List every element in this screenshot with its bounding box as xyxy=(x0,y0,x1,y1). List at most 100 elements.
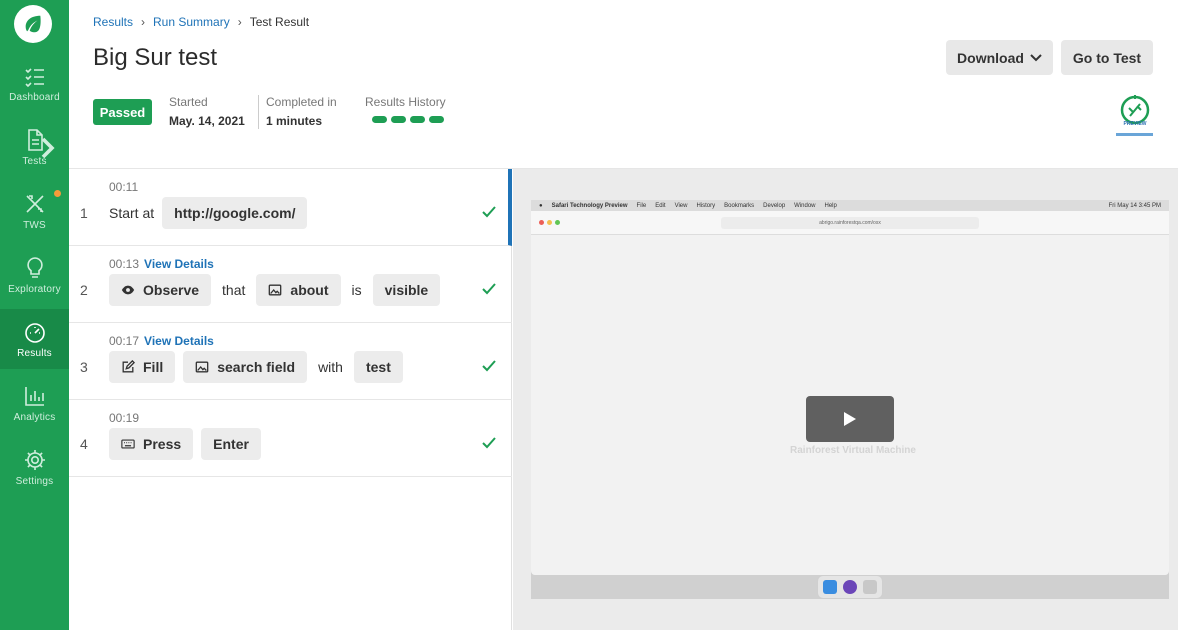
finder-icon xyxy=(823,580,837,594)
page-title: Big Sur test xyxy=(93,44,218,71)
preview-logo: PREVIEW xyxy=(1116,92,1153,136)
completed-meta: Completed in 1 minutes xyxy=(266,95,337,128)
chevron-right-icon: › xyxy=(141,15,146,29)
target-chip: search field xyxy=(183,351,308,383)
completed-value: 1 minutes xyxy=(266,114,323,128)
trash-icon xyxy=(863,580,877,594)
menubar-item: Develop xyxy=(763,202,786,209)
safari-preview-icon xyxy=(843,580,857,594)
preview-badge-icon: PREVIEW xyxy=(1120,95,1149,127)
completed-label: Completed in xyxy=(266,95,337,109)
step-number: 3 xyxy=(80,359,88,375)
breadcrumb-run-summary-link[interactable]: Run Summary xyxy=(153,15,230,29)
safari-window: abrigo.rainforestqa.com/osx xyxy=(531,211,1169,575)
menubar-item: Help xyxy=(824,202,837,209)
step-row[interactable]: 3 00:17 View Details Fill search field w… xyxy=(69,323,512,400)
preview-text: PREVIEW xyxy=(1123,121,1146,127)
notification-dot xyxy=(54,190,61,197)
sidebar-item-results[interactable]: Results xyxy=(0,309,69,369)
sidebar: Dashboard Tests TWS Exploratory Results … xyxy=(0,0,69,630)
action-label: Observe xyxy=(143,282,200,298)
check-icon xyxy=(482,437,496,449)
rainforest-logo[interactable] xyxy=(14,5,52,43)
value-chip: test xyxy=(353,351,403,383)
gauge-icon xyxy=(24,323,45,343)
url-chip: http://google.com/ xyxy=(162,197,308,229)
step-content: Press Enter xyxy=(109,428,261,460)
step-row[interactable]: 4 00:19 Press Enter xyxy=(69,400,512,477)
vm-label: Rainforest Virtual Machine xyxy=(790,445,916,456)
tools-icon xyxy=(25,195,44,213)
window-controls xyxy=(539,220,560,225)
status-badge: Passed xyxy=(93,99,152,125)
menubar-item: History xyxy=(696,202,716,209)
play-button[interactable] xyxy=(806,396,894,442)
step-content: Observe that about is visible xyxy=(109,274,441,306)
mac-dock xyxy=(817,575,883,599)
history-meta: Results History xyxy=(365,95,446,109)
chevron-right-icon: › xyxy=(237,15,242,29)
view-details-link[interactable]: View Details xyxy=(144,257,214,271)
step-time: 00:17 View Details xyxy=(109,334,214,348)
gear-icon xyxy=(24,450,45,470)
step-timestamp: 00:17 xyxy=(109,334,140,348)
step-timestamp: 00:11 xyxy=(109,180,139,194)
play-icon xyxy=(844,412,856,426)
sidebar-item-exploratory[interactable]: Exploratory xyxy=(0,250,69,310)
started-meta: Started May. 14, 2021 xyxy=(169,95,245,128)
menubar-item: Window xyxy=(794,202,816,209)
step-row[interactable]: 1 00:11 Start at http://google.com/ xyxy=(69,169,512,246)
menubar-item: View xyxy=(674,202,688,209)
step-timestamp: 00:13 xyxy=(109,257,140,271)
download-button[interactable]: Download xyxy=(946,40,1053,75)
eye-icon xyxy=(121,285,135,295)
history-pill[interactable] xyxy=(429,116,444,123)
check-icon xyxy=(482,283,496,295)
results-history xyxy=(372,116,444,123)
close-dot xyxy=(539,220,544,225)
menubar-clock: Fri May 14 3:45 PM xyxy=(1108,202,1161,209)
step-number: 2 xyxy=(80,282,88,298)
menubar-item: Edit xyxy=(655,202,666,209)
started-label: Started xyxy=(169,95,208,109)
step-time: 00:11 xyxy=(109,180,138,194)
safari-toolbar: abrigo.rainforestqa.com/osx xyxy=(531,211,1169,235)
history-label: Results History xyxy=(365,95,446,109)
step-text: that xyxy=(222,282,246,298)
list-check-icon xyxy=(24,68,44,88)
sidebar-item-tests[interactable]: Tests xyxy=(0,122,69,182)
view-details-link[interactable]: View Details xyxy=(144,334,214,348)
step-timestamp: 00:19 xyxy=(109,411,140,425)
action-chip: Observe xyxy=(109,274,212,306)
sidebar-item-settings[interactable]: Settings xyxy=(0,442,69,502)
sidebar-item-label: Analytics xyxy=(13,412,56,423)
image-icon xyxy=(269,284,282,296)
breadcrumb-results-link[interactable]: Results xyxy=(93,15,133,29)
vm-screen[interactable]: ● Safari Technology Preview File Edit Vi… xyxy=(531,200,1169,599)
download-label: Download xyxy=(957,49,1024,66)
meta-divider xyxy=(258,95,259,129)
key-chip: Enter xyxy=(201,428,261,460)
step-row[interactable]: 2 00:13 View Details Observe that about … xyxy=(69,246,512,323)
leaf-icon xyxy=(25,15,41,33)
maximize-dot xyxy=(555,220,560,225)
url-bar: abrigo.rainforestqa.com/osx xyxy=(721,217,979,229)
started-value: May. 14, 2021 xyxy=(169,114,245,128)
sidebar-item-analytics[interactable]: Analytics xyxy=(0,378,69,438)
step-text: Start at xyxy=(109,205,155,221)
step-content: Start at http://google.com/ xyxy=(109,197,308,229)
sidebar-item-label: Exploratory xyxy=(8,284,61,295)
sidebar-item-tws[interactable]: TWS xyxy=(0,186,69,246)
menubar-item: File xyxy=(636,202,647,209)
step-content: Fill search field with test xyxy=(109,351,403,383)
history-pill[interactable] xyxy=(372,116,387,123)
target-label: search field xyxy=(217,359,296,375)
chevron-right-icon xyxy=(41,137,55,159)
video-pane: ● Safari Technology Preview File Edit Vi… xyxy=(513,169,1178,630)
image-icon xyxy=(195,361,209,373)
history-pill[interactable] xyxy=(410,116,425,123)
action-chip: Fill xyxy=(109,351,176,383)
history-pill[interactable] xyxy=(391,116,406,123)
go-to-test-button[interactable]: Go to Test xyxy=(1061,40,1153,75)
sidebar-item-dashboard[interactable]: Dashboard xyxy=(0,58,69,118)
